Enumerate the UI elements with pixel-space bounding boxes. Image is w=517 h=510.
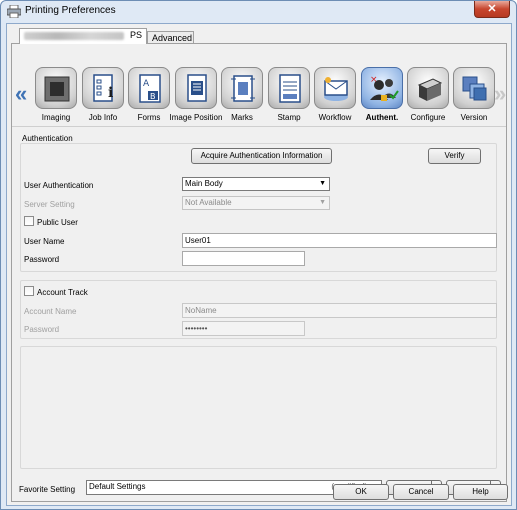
scroll-left-icon[interactable]: « xyxy=(15,83,27,105)
authentication-icon-frame: × xyxy=(361,67,403,109)
printer-name-obscured xyxy=(24,32,124,40)
stamp-icon xyxy=(279,74,301,103)
forms-icon-frame: A B xyxy=(128,67,170,109)
favorite-setting-value: Default Settings xyxy=(89,482,146,491)
printer-icon xyxy=(7,5,21,18)
public-user-checkbox[interactable] xyxy=(24,216,34,226)
workflow-icon-frame xyxy=(314,67,356,109)
version-icon-frame xyxy=(453,67,495,109)
svg-text:B: B xyxy=(150,92,156,101)
verify-button[interactable]: Verify xyxy=(428,148,481,164)
image-position-icon-frame xyxy=(175,67,217,109)
public-user-label: Public User xyxy=(37,218,78,227)
job-info-icon-frame: i xyxy=(82,67,124,109)
marks-icon xyxy=(231,75,255,102)
configure-icon xyxy=(417,78,443,101)
close-button[interactable]: ✕ xyxy=(474,1,510,18)
empty-settings-area xyxy=(20,346,497,469)
chevron-down-icon: ▼ xyxy=(319,180,326,187)
user-name-label: User Name xyxy=(24,237,65,246)
account-name-input[interactable]: NoName xyxy=(182,303,497,318)
favorite-setting-label: Favorite Setting xyxy=(19,485,76,494)
toolbar-item-version[interactable]: Version xyxy=(451,67,497,127)
tab-advanced-label: Advanced xyxy=(152,33,193,43)
acquire-authentication-button[interactable]: Acquire Authentication Information xyxy=(191,148,332,164)
account-password-label: Password xyxy=(24,325,60,334)
tab-panel: « » Imaging i Job Info A B Forms Image P… xyxy=(11,43,507,502)
user-authentication-select[interactable]: Main Body ▼ xyxy=(182,177,330,191)
account-track-checkbox[interactable] xyxy=(24,286,34,296)
toolbar-divider xyxy=(12,126,506,127)
svg-text:A: A xyxy=(143,79,150,89)
tab-ps-label: PS xyxy=(129,30,142,40)
title-bar: Printing Preferences ✕ xyxy=(1,1,516,23)
version-icon xyxy=(462,76,487,101)
authentication-icon: × xyxy=(370,75,399,101)
toolbar-label-version: Version xyxy=(460,113,488,122)
help-button[interactable]: Help xyxy=(453,484,508,500)
cancel-button[interactable]: Cancel xyxy=(393,484,449,500)
password-label: Password xyxy=(24,255,60,264)
job-info-icon: i xyxy=(93,74,113,102)
password-input[interactable] xyxy=(182,251,305,266)
server-setting-select[interactable]: Not Available ▼ xyxy=(182,196,330,210)
marks-icon-frame xyxy=(221,67,263,109)
printing-preferences-window: Printing Preferences ✕ PS Advanced « » I… xyxy=(0,0,517,510)
svg-text:×: × xyxy=(370,75,378,85)
user-authentication-value: Main Body xyxy=(185,179,223,188)
tab-ps[interactable]: PS xyxy=(19,28,147,44)
authentication-section-title: Authentication xyxy=(22,134,73,143)
svg-text:i: i xyxy=(108,85,113,101)
workflow-icon xyxy=(324,77,348,101)
dialog-client: PS Advanced « » Imaging i Job Info A B F… xyxy=(6,23,512,506)
user-name-input[interactable]: User01 xyxy=(182,233,497,248)
configure-icon-frame xyxy=(407,67,449,109)
stamp-icon-frame xyxy=(268,67,310,109)
account-name-label: Account Name xyxy=(24,307,77,316)
imaging-icon xyxy=(44,76,70,102)
chevron-down-icon: ▼ xyxy=(319,199,326,206)
ok-button[interactable]: OK xyxy=(333,484,389,500)
forms-icon: A B xyxy=(139,74,161,103)
imaging-icon-frame xyxy=(35,67,77,109)
user-authentication-label: User Authentication xyxy=(24,181,94,190)
server-setting-value: Not Available xyxy=(185,198,232,207)
server-setting-label: Server Setting xyxy=(24,200,75,209)
window-title: Printing Preferences xyxy=(25,5,116,16)
account-track-label: Account Track xyxy=(37,288,88,297)
image-position-icon xyxy=(187,74,207,102)
account-password-input[interactable]: •••••••• xyxy=(182,321,305,336)
